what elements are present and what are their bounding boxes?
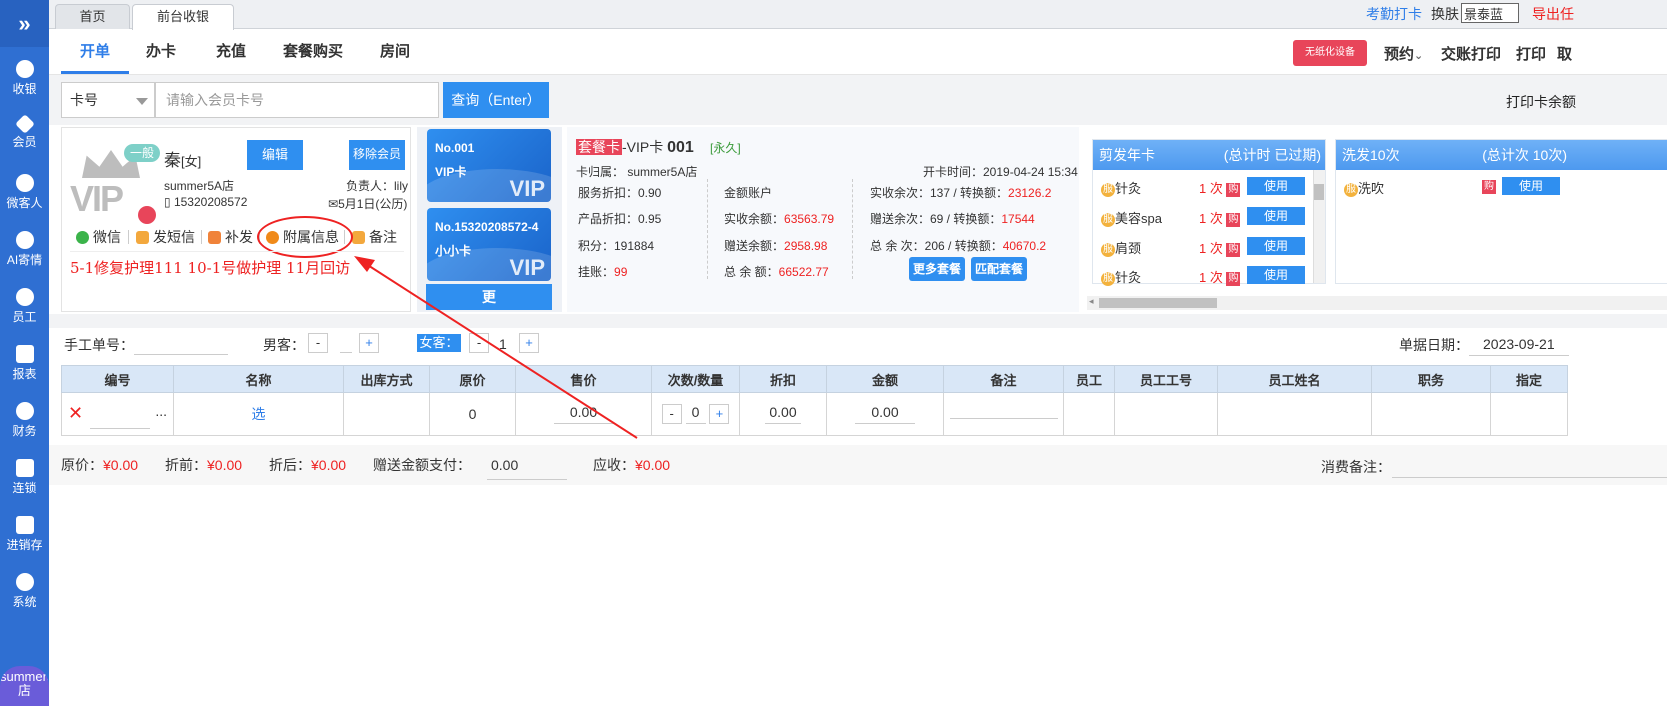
sidebar-item-label: 微客人 bbox=[6, 196, 43, 210]
sidebar-item-label: 连锁 bbox=[12, 481, 37, 495]
monitor-icon bbox=[15, 345, 34, 363]
sidebar-item-system[interactable]: 系统 bbox=[0, 573, 49, 610]
clover-icon bbox=[15, 174, 34, 192]
sidebar-item-inventory[interactable]: 进销存 bbox=[0, 516, 49, 553]
house-icon bbox=[15, 516, 34, 534]
sidebar-item-label: 收银 bbox=[12, 82, 37, 96]
sidebar-item-label: 报表 bbox=[12, 367, 37, 381]
sidebar-item-label: AI寄情 bbox=[6, 253, 43, 267]
main: 首页 前台收银 考勤打卡 换肤 景泰蓝 导出任 开单 办卡 充值 套餐购买 房间… bbox=[49, 0, 1667, 695]
sidebar-toggle-icon[interactable]: » bbox=[0, 0, 49, 47]
sidebar-item-chain[interactable]: 连锁 bbox=[0, 459, 49, 496]
arrow-head bbox=[354, 256, 375, 272]
sidebar-item-label: 财务 bbox=[12, 424, 37, 438]
person-icon bbox=[15, 288, 34, 306]
sidebar-item-member[interactable]: 会员 bbox=[0, 114, 49, 150]
sidebar-item-label: 系统 bbox=[12, 595, 37, 609]
sidebar-item-wechat-customer[interactable]: 微客人 bbox=[0, 174, 49, 211]
sidebar-item-ai[interactable]: AI寄情 bbox=[0, 231, 49, 268]
sidebar-item-staff[interactable]: 员工 bbox=[0, 288, 49, 325]
diamond-icon bbox=[14, 114, 35, 134]
pie-icon bbox=[15, 402, 34, 420]
sidebar-item-finance[interactable]: 财务 bbox=[0, 402, 49, 439]
user-settings-icon bbox=[15, 231, 34, 249]
sidebar-item-label: 员工 bbox=[12, 310, 37, 324]
arrow-line bbox=[362, 261, 638, 439]
sidebar-item-label: 会员 bbox=[12, 135, 37, 149]
yen-icon bbox=[15, 60, 34, 78]
sidebar-item-cashier[interactable]: 收银 bbox=[0, 60, 49, 97]
avatar[interactable]: summer5A店 bbox=[0, 666, 49, 706]
building-icon bbox=[15, 459, 34, 477]
annotation-arrow bbox=[354, 256, 638, 439]
sidebar-item-label: 进销存 bbox=[6, 538, 43, 552]
sidebar: » 收银 会员 微客人 AI寄情 员工 报表 财务 连锁 进销存 系统 summ… bbox=[0, 0, 49, 706]
gear-icon bbox=[15, 573, 34, 591]
sidebar-item-report[interactable]: 报表 bbox=[0, 345, 49, 382]
